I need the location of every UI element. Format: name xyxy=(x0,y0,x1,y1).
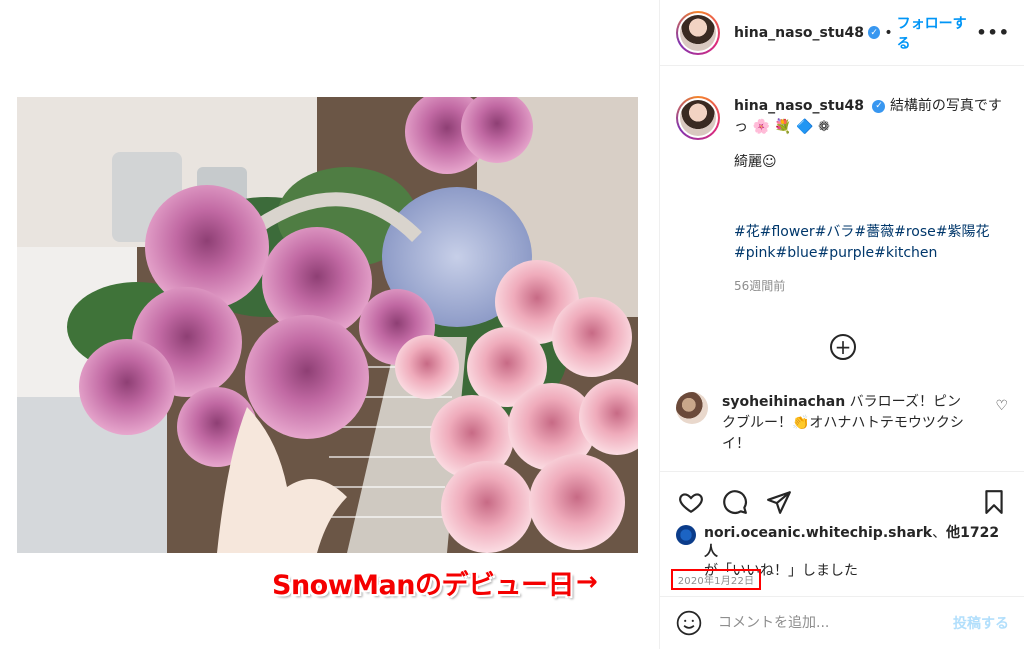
post-header: hina_naso_stu48 ✓ • フォローする ••• xyxy=(660,0,1024,66)
caption-hashtags[interactable]: #花#flower#バラ#薔薇#rose#紫陽花#pink#blue#purpl… xyxy=(734,222,1004,264)
comment-body: syoheihinachan バラローズ！ピンクブルー！👏オハナハトテモウツクシ… xyxy=(722,392,974,455)
caption-username[interactable]: hina_naso_stu48 xyxy=(734,98,864,114)
emoji-smiley-icon[interactable] xyxy=(676,610,702,636)
comment-input[interactable] xyxy=(718,615,928,631)
post-photo[interactable] xyxy=(17,97,638,553)
liker-avatar[interactable] xyxy=(676,525,696,545)
comment-item: syoheihinachan バラローズ！ピンクブルー！👏オハナハトテモウツクシ… xyxy=(676,392,1008,455)
debut-day-annotation: SnowManのデビュー日 → xyxy=(272,563,598,601)
caption-time-ago: 56週間前 xyxy=(734,279,786,293)
load-more-comments-icon[interactable]: + xyxy=(830,334,856,360)
annotation-text: SnowManのデビュー日 xyxy=(272,569,574,601)
caption-text-line2: 綺麗☺ xyxy=(734,154,777,170)
flower-photo-illustration xyxy=(17,97,638,553)
like-heart-icon[interactable] xyxy=(676,487,706,517)
caption-text-line1: 結構前の写真です xyxy=(889,98,1002,114)
caption-body: hina_naso_stu48 ✓ 結構前の写真です っ 🌸 💐 🔷 ❁ 綺麗☺… xyxy=(734,96,1004,297)
verified-badge-icon: ✓ xyxy=(872,99,886,113)
liker-username[interactable]: nori.oceanic.whitechip.shark xyxy=(704,525,932,541)
add-comment-bar: 投稿する xyxy=(660,596,1024,649)
photo-panel: SnowManのデビュー日 → xyxy=(0,0,659,649)
comment-like-heart-icon[interactable]: ♡ xyxy=(995,398,1008,455)
action-bar xyxy=(660,472,1024,524)
caption-avatar[interactable] xyxy=(676,96,720,140)
commenter-username[interactable]: syoheihinachan xyxy=(722,394,845,410)
more-options-icon[interactable]: ••• xyxy=(976,23,1010,42)
actions-area: nori.oceanic.whitechip.shark、他1722人 が「いい… xyxy=(660,471,1024,590)
avatar-image xyxy=(680,14,716,51)
likes-separator: 、 xyxy=(932,525,947,541)
separator-dot: • xyxy=(884,24,893,41)
post-date: 2020年1月22日 xyxy=(671,569,761,590)
avatar-image xyxy=(680,100,716,136)
author-username[interactable]: hina_naso_stu48 xyxy=(734,25,864,41)
comment-bubble-icon[interactable] xyxy=(720,487,750,517)
share-paper-plane-icon[interactable] xyxy=(764,487,794,517)
caption-area: hina_naso_stu48 ✓ 結構前の写真です っ 🌸 💐 🔷 ❁ 綺麗☺… xyxy=(660,66,1024,378)
right-arrow-icon: → xyxy=(575,567,598,597)
caption-text-line1-cont: っ 🌸 💐 🔷 ❁ xyxy=(734,119,830,135)
follow-button[interactable]: フォローする xyxy=(897,13,977,53)
commenter-avatar[interactable] xyxy=(676,392,708,424)
verified-badge-icon: ✓ xyxy=(868,26,881,39)
save-bookmark-icon[interactable] xyxy=(979,487,1009,517)
post-sidebar: hina_naso_stu48 ✓ • フォローする ••• hina_naso… xyxy=(659,0,1024,649)
author-avatar[interactable] xyxy=(676,10,720,55)
post-comment-button[interactable]: 投稿する xyxy=(953,613,1009,633)
